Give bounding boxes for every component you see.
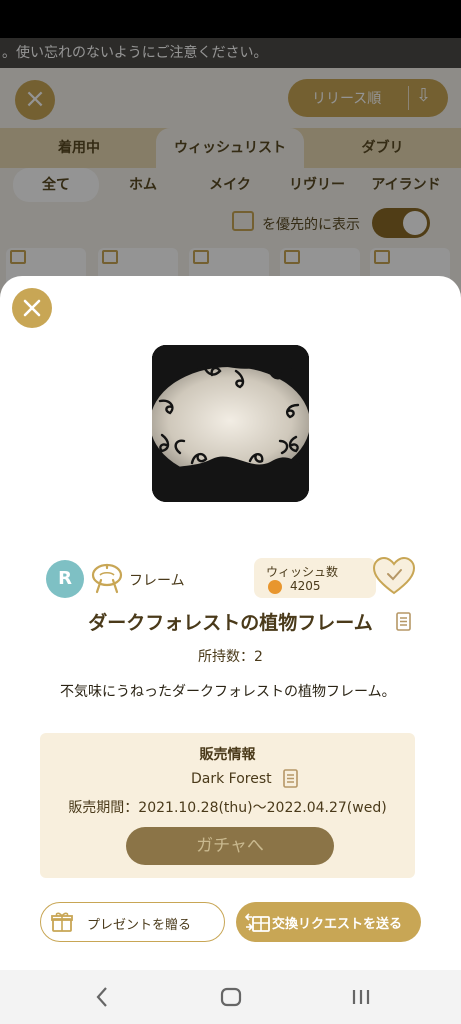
sale-name: Dark Forest	[191, 771, 272, 787]
recent-apps-icon[interactable]	[350, 985, 372, 1013]
heart-icon	[268, 580, 282, 594]
gacha-button[interactable]: ガチャへ	[126, 827, 334, 865]
present-button[interactable]: プレゼントを贈る	[40, 902, 225, 942]
category-label: フレーム	[129, 573, 185, 589]
sale-info-heading: 販売情報	[199, 747, 256, 763]
wish-count-box: ウィッシュ数 4205	[254, 558, 376, 598]
exchange-icon	[244, 911, 270, 937]
wish-count-label: ウィッシュ数	[266, 565, 339, 579]
sale-info-box: 販売情報 Dark Forest 販売期間：2021.10.28(thu)〜20…	[40, 733, 415, 878]
system-nav-bar	[0, 970, 461, 1024]
wishlist-button[interactable]	[371, 555, 417, 601]
copy-icon[interactable]	[282, 769, 300, 793]
home-icon[interactable]	[220, 985, 242, 1013]
item-image	[152, 345, 309, 502]
dark-forest-frame-image	[152, 345, 309, 502]
rarity-badge: R	[46, 560, 84, 598]
copy-icon[interactable]	[395, 612, 413, 636]
exchange-button-label: 交換リクエストを送る	[272, 917, 403, 932]
owned-count: 所持数：2	[198, 649, 263, 665]
sale-period: 販売期間：2021.10.28(thu)〜2022.04.27(wed)	[68, 800, 387, 816]
item-description: 不気味にうねったダークフォレストの植物フレーム。	[60, 684, 396, 700]
exchange-request-button[interactable]: 交換リクエストを送る	[236, 902, 421, 942]
close-icon	[23, 299, 41, 317]
present-button-label: プレゼントを贈る	[87, 918, 192, 933]
gift-icon	[51, 912, 73, 936]
frame-icon	[90, 560, 124, 600]
close-button[interactable]	[12, 288, 52, 328]
item-title: ダークフォレストの植物フレーム	[88, 612, 373, 634]
item-detail-sheet: R フレーム ウィッシュ数 4205 ダークフォレストの植物フレーム 所持数：2…	[0, 276, 461, 970]
wish-count-value: 4205	[290, 579, 321, 593]
back-icon[interactable]	[94, 985, 110, 1013]
heart-check-icon	[372, 556, 416, 595]
